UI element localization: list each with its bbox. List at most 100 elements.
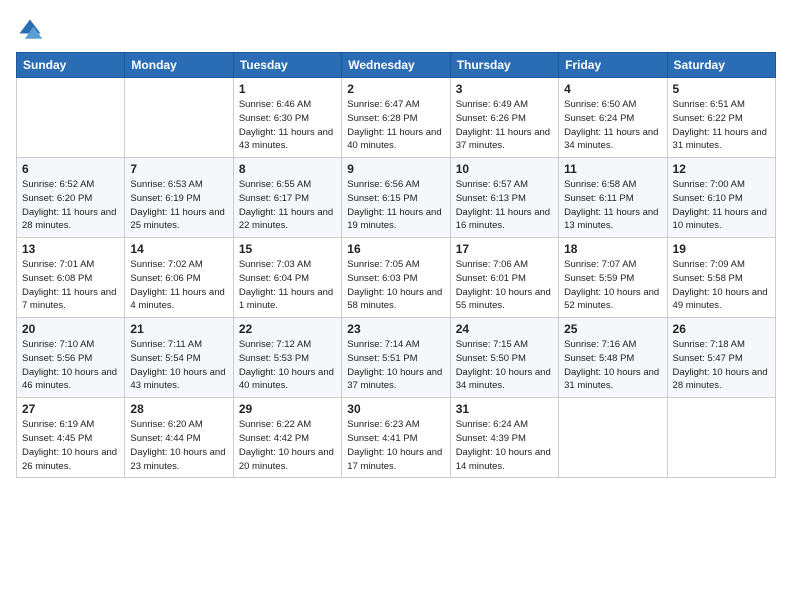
day-info: Sunrise: 7:06 AM Sunset: 6:01 PM Dayligh… [456, 258, 553, 313]
day-number: 30 [347, 402, 444, 416]
calendar-cell: 26 Sunrise: 7:18 AM Sunset: 5:47 PM Dayli… [667, 318, 775, 398]
calendar-cell [667, 398, 775, 478]
calendar-cell: 29 Sunrise: 6:22 AM Sunset: 4:42 PM Dayli… [233, 398, 341, 478]
calendar-cell: 22 Sunrise: 7:12 AM Sunset: 5:53 PM Dayli… [233, 318, 341, 398]
day-info: Sunrise: 7:14 AM Sunset: 5:51 PM Dayligh… [347, 338, 444, 393]
day-number: 16 [347, 242, 444, 256]
day-info: Sunrise: 6:57 AM Sunset: 6:13 PM Dayligh… [456, 178, 553, 233]
day-number: 24 [456, 322, 553, 336]
day-number: 11 [564, 162, 661, 176]
dow-header-tuesday: Tuesday [233, 53, 341, 78]
day-info: Sunrise: 7:12 AM Sunset: 5:53 PM Dayligh… [239, 338, 336, 393]
dow-header-thursday: Thursday [450, 53, 558, 78]
day-number: 1 [239, 82, 336, 96]
calendar-cell: 19Sunrise: 7:09 AM Sunset: 5:58 PM Dayli… [667, 238, 775, 318]
day-info: Sunrise: 7:00 AM Sunset: 6:10 PM Dayligh… [673, 178, 770, 233]
day-number: 13 [22, 242, 119, 256]
day-number: 23 [347, 322, 444, 336]
dow-header-friday: Friday [559, 53, 667, 78]
calendar-cell: 4 Sunrise: 6:50 AM Sunset: 6:24 PM Daylig… [559, 78, 667, 158]
day-number: 12 [673, 162, 770, 176]
dow-header-sunday: Sunday [17, 53, 125, 78]
day-number: 22 [239, 322, 336, 336]
calendar-week-3: 13Sunrise: 7:01 AM Sunset: 6:08 PM Dayli… [17, 238, 776, 318]
calendar-cell: 10 Sunrise: 6:57 AM Sunset: 6:13 PM Dayli… [450, 158, 558, 238]
calendar-cell: 6Sunrise: 6:52 AM Sunset: 6:20 PM Daylig… [17, 158, 125, 238]
day-number: 31 [456, 402, 553, 416]
day-info: Sunrise: 6:53 AM Sunset: 6:19 PM Dayligh… [130, 178, 227, 233]
day-number: 7 [130, 162, 227, 176]
day-number: 20 [22, 322, 119, 336]
logo-icon [16, 16, 44, 44]
day-info: Sunrise: 6:20 AM Sunset: 4:44 PM Dayligh… [130, 418, 227, 473]
day-number: 4 [564, 82, 661, 96]
calendar-cell: 1 Sunrise: 6:46 AM Sunset: 6:30 PM Daylig… [233, 78, 341, 158]
day-info: Sunrise: 6:58 AM Sunset: 6:11 PM Dayligh… [564, 178, 661, 233]
calendar-cell: 18Sunrise: 7:07 AM Sunset: 5:59 PM Dayli… [559, 238, 667, 318]
calendar-cell: 24 Sunrise: 7:15 AM Sunset: 5:50 PM Dayli… [450, 318, 558, 398]
day-number: 5 [673, 82, 770, 96]
calendar-week-1: 1 Sunrise: 6:46 AM Sunset: 6:30 PM Daylig… [17, 78, 776, 158]
calendar-cell: 17 Sunrise: 7:06 AM Sunset: 6:01 PM Dayli… [450, 238, 558, 318]
day-info: Sunrise: 7:05 AM Sunset: 6:03 PM Dayligh… [347, 258, 444, 313]
calendar-cell: 14 Sunrise: 7:02 AM Sunset: 6:06 PM Dayli… [125, 238, 233, 318]
day-number: 8 [239, 162, 336, 176]
day-info: Sunrise: 6:47 AM Sunset: 6:28 PM Dayligh… [347, 98, 444, 153]
dow-header-wednesday: Wednesday [342, 53, 450, 78]
calendar-cell: 31 Sunrise: 6:24 AM Sunset: 4:39 PM Dayli… [450, 398, 558, 478]
day-info: Sunrise: 7:15 AM Sunset: 5:50 PM Dayligh… [456, 338, 553, 393]
day-info: Sunrise: 7:03 AM Sunset: 6:04 PM Dayligh… [239, 258, 336, 313]
calendar-cell: 25 Sunrise: 7:16 AM Sunset: 5:48 PM Dayli… [559, 318, 667, 398]
day-number: 26 [673, 322, 770, 336]
calendar-cell [125, 78, 233, 158]
day-number: 10 [456, 162, 553, 176]
day-number: 15 [239, 242, 336, 256]
day-number: 29 [239, 402, 336, 416]
day-number: 27 [22, 402, 119, 416]
calendar-cell: 16 Sunrise: 7:05 AM Sunset: 6:03 PM Dayli… [342, 238, 450, 318]
day-number: 2 [347, 82, 444, 96]
calendar-cell: 7 Sunrise: 6:53 AM Sunset: 6:19 PM Daylig… [125, 158, 233, 238]
day-info: Sunrise: 7:18 AM Sunset: 5:47 PM Dayligh… [673, 338, 770, 393]
day-number: 21 [130, 322, 227, 336]
calendar-week-5: 27 Sunrise: 6:19 AM Sunset: 4:45 PM Dayli… [17, 398, 776, 478]
day-info: Sunrise: 6:24 AM Sunset: 4:39 PM Dayligh… [456, 418, 553, 473]
calendar-cell: 27 Sunrise: 6:19 AM Sunset: 4:45 PM Dayli… [17, 398, 125, 478]
dow-header-saturday: Saturday [667, 53, 775, 78]
day-info: Sunrise: 6:50 AM Sunset: 6:24 PM Dayligh… [564, 98, 661, 153]
calendar-week-2: 6Sunrise: 6:52 AM Sunset: 6:20 PM Daylig… [17, 158, 776, 238]
day-info: Sunrise: 7:11 AM Sunset: 5:54 PM Dayligh… [130, 338, 227, 393]
day-info: Sunrise: 6:19 AM Sunset: 4:45 PM Dayligh… [22, 418, 119, 473]
page-header [16, 16, 776, 44]
calendar-cell: 20 Sunrise: 7:10 AM Sunset: 5:56 PM Dayli… [17, 318, 125, 398]
day-info: Sunrise: 6:49 AM Sunset: 6:26 PM Dayligh… [456, 98, 553, 153]
day-number: 14 [130, 242, 227, 256]
day-info: Sunrise: 6:46 AM Sunset: 6:30 PM Dayligh… [239, 98, 336, 153]
day-info: Sunrise: 6:51 AM Sunset: 6:22 PM Dayligh… [673, 98, 770, 153]
calendar-table: SundayMondayTuesdayWednesdayThursdayFrid… [16, 52, 776, 478]
calendar-cell: 9Sunrise: 6:56 AM Sunset: 6:15 PM Daylig… [342, 158, 450, 238]
calendar-body: 1 Sunrise: 6:46 AM Sunset: 6:30 PM Daylig… [17, 78, 776, 478]
calendar-cell [559, 398, 667, 478]
calendar-cell: 8 Sunrise: 6:55 AM Sunset: 6:17 PM Daylig… [233, 158, 341, 238]
calendar-cell: 11 Sunrise: 6:58 AM Sunset: 6:11 PM Dayli… [559, 158, 667, 238]
day-info: Sunrise: 6:22 AM Sunset: 4:42 PM Dayligh… [239, 418, 336, 473]
day-info: Sunrise: 7:10 AM Sunset: 5:56 PM Dayligh… [22, 338, 119, 393]
day-info: Sunrise: 6:23 AM Sunset: 4:41 PM Dayligh… [347, 418, 444, 473]
day-info: Sunrise: 7:16 AM Sunset: 5:48 PM Dayligh… [564, 338, 661, 393]
calendar-cell [17, 78, 125, 158]
day-number: 6 [22, 162, 119, 176]
calendar-cell: 3Sunrise: 6:49 AM Sunset: 6:26 PM Daylig… [450, 78, 558, 158]
day-number: 17 [456, 242, 553, 256]
day-info: Sunrise: 7:02 AM Sunset: 6:06 PM Dayligh… [130, 258, 227, 313]
calendar-cell: 30 Sunrise: 6:23 AM Sunset: 4:41 PM Dayli… [342, 398, 450, 478]
calendar-cell: 21 Sunrise: 7:11 AM Sunset: 5:54 PM Dayli… [125, 318, 233, 398]
calendar-cell: 5 Sunrise: 6:51 AM Sunset: 6:22 PM Daylig… [667, 78, 775, 158]
calendar-cell: 23 Sunrise: 7:14 AM Sunset: 5:51 PM Dayli… [342, 318, 450, 398]
day-number: 25 [564, 322, 661, 336]
day-info: Sunrise: 6:56 AM Sunset: 6:15 PM Dayligh… [347, 178, 444, 233]
day-info: Sunrise: 6:55 AM Sunset: 6:17 PM Dayligh… [239, 178, 336, 233]
calendar-cell: 12 Sunrise: 7:00 AM Sunset: 6:10 PM Dayli… [667, 158, 775, 238]
day-number: 18 [564, 242, 661, 256]
day-number: 28 [130, 402, 227, 416]
